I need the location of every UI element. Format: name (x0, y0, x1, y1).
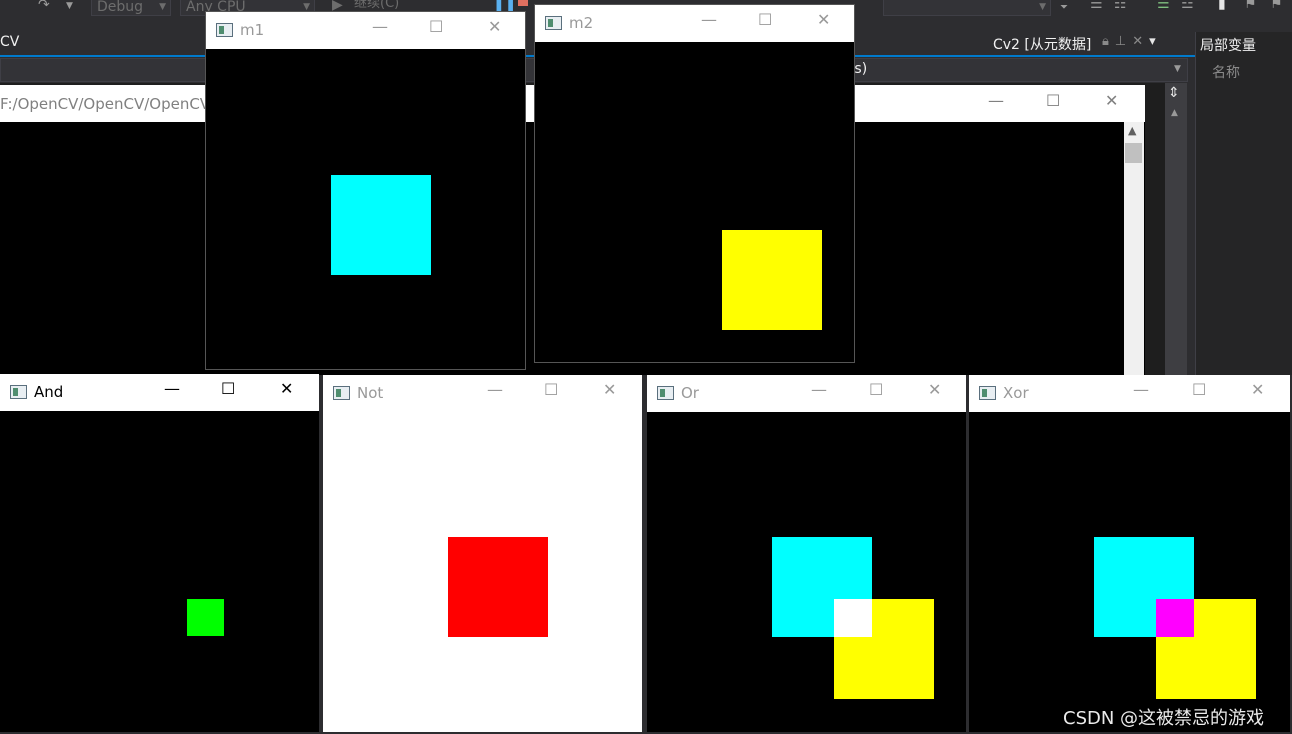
maximize-button[interactable]: ☐ (429, 17, 443, 37)
title-bar[interactable]: m1 — ☐ ✕ (206, 12, 525, 49)
minimize-button[interactable]: — (811, 380, 827, 400)
yellow-square (722, 230, 822, 330)
window-title: Xor (1003, 384, 1029, 402)
locals-panel-title[interactable]: 局部变量 (1200, 35, 1256, 55)
title-bar[interactable]: Or — ☐ ✕ (647, 375, 966, 412)
pause-icon[interactable]: ❚❚ (493, 0, 516, 11)
maximize-button[interactable]: ☐ (1192, 380, 1206, 400)
title-bar[interactable]: And — ☐ ✕ (0, 374, 319, 411)
image-canvas (323, 412, 642, 732)
window-title: m2 (569, 14, 594, 32)
close-button[interactable]: ✕ (928, 380, 941, 400)
image-canvas (969, 412, 1290, 732)
maximize-button[interactable]: ☐ (544, 380, 558, 400)
close-button[interactable]: ✕ (603, 380, 616, 400)
indent-icon[interactable]: ☷ (1114, 0, 1127, 11)
close-icon[interactable]: ✕ (1132, 34, 1149, 49)
locals-panel (1195, 32, 1292, 375)
window-title: m1 (240, 21, 265, 39)
comment-icon[interactable]: ☰ (1157, 0, 1170, 11)
tab-actions: 🔒︎⊥✕▾ (1102, 34, 1162, 49)
magenta-overlap-square (1156, 599, 1194, 637)
maximize-button[interactable]: ☐ (221, 379, 235, 399)
green-intersection-square (187, 599, 224, 636)
image-canvas (0, 411, 319, 732)
close-button[interactable]: ✕ (817, 10, 830, 30)
close-button[interactable]: ✕ (1251, 380, 1264, 400)
scroll-up-icon[interactable]: ▲ (1128, 124, 1136, 137)
bookmark-prev-icon[interactable]: ⚑ (1244, 0, 1257, 11)
uncomment-icon[interactable]: ☲ (1181, 0, 1194, 11)
app-icon (979, 386, 996, 400)
window-title: Or (681, 384, 699, 402)
close-button[interactable]: ✕ (488, 17, 501, 37)
window-not[interactable]: Not — ☐ ✕ (323, 375, 642, 732)
app-icon (333, 386, 350, 400)
window-and[interactable]: And — ☐ ✕ (0, 374, 319, 732)
app-icon (216, 23, 233, 37)
app-icon (657, 386, 674, 400)
watermark: CSDN @这被禁忌的游戏 (1063, 708, 1265, 729)
minimize-button[interactable]: — (487, 380, 503, 400)
minimize-button[interactable]: — (988, 91, 1004, 110)
image-canvas (535, 42, 854, 362)
app-icon (10, 385, 27, 399)
minimize-button[interactable]: — (164, 379, 180, 399)
window-title: And (34, 383, 64, 401)
console-scrollbar[interactable]: ▲ (1124, 122, 1144, 375)
redo-icon[interactable]: ↷ (38, 0, 50, 12)
tab-left[interactable]: CV (0, 34, 19, 50)
title-bar[interactable]: Not — ☐ ✕ (323, 375, 642, 412)
white-overlap-square (834, 599, 872, 637)
minimize-button[interactable]: — (372, 17, 388, 37)
cyan-square (331, 175, 431, 275)
image-canvas (206, 49, 525, 369)
window-m1[interactable]: m1 — ☐ ✕ (205, 11, 526, 370)
tab-document[interactable]: Cv2 [从元数据] (993, 34, 1091, 54)
chevron-down-icon: ▼ (1039, 2, 1046, 12)
editor-scrollbar[interactable]: ⇕ ▲ (1165, 83, 1187, 375)
window-title: Not (357, 384, 384, 402)
search-dropdown[interactable]: ▼ (883, 0, 1051, 16)
image-canvas (647, 412, 966, 732)
app-icon (545, 16, 562, 30)
bookmark-next-icon[interactable]: ⚑ (1270, 0, 1283, 11)
dropdown-arrow-icon[interactable]: ▼ (66, 0, 73, 13)
scroll-thumb[interactable] (1125, 143, 1142, 163)
chevron-down-icon[interactable]: ▼ (1174, 64, 1181, 74)
align-icon[interactable]: ☰ (1090, 0, 1103, 11)
console-title: F:/OpenCV/OpenCV/OpenCV (0, 95, 211, 113)
close-button[interactable]: ✕ (1105, 91, 1118, 110)
locals-column-name[interactable]: 名称 (1212, 62, 1240, 82)
window-xor[interactable]: Xor — ☐ ✕ (969, 375, 1290, 732)
chevron-down-icon[interactable]: ▾ (1149, 34, 1162, 49)
bookmark-icon[interactable]: ▮ (1218, 0, 1226, 11)
scroll-up-icon[interactable]: ▲ (1171, 108, 1178, 118)
minimize-button[interactable]: — (1133, 380, 1149, 400)
red-square (448, 537, 548, 637)
toolbar-overflow-icon[interactable]: ⏷ (1060, 1, 1068, 15)
maximize-button[interactable]: ☐ (869, 380, 883, 400)
continue-label[interactable]: 继续(C) (354, 0, 399, 11)
configuration-label: Debug (97, 0, 144, 15)
title-bar[interactable]: Xor — ☐ ✕ (969, 375, 1290, 412)
split-icon[interactable]: ⇕ (1168, 85, 1180, 101)
stop-icon[interactable] (518, 0, 528, 6)
maximize-button[interactable]: ☐ (758, 10, 772, 30)
minimize-button[interactable]: — (701, 10, 717, 30)
maximize-button[interactable]: ☐ (1046, 91, 1060, 110)
pin-icon[interactable]: ⊥ (1115, 34, 1132, 49)
title-bar[interactable]: m2 — ☐ ✕ (535, 5, 854, 42)
close-button[interactable]: ✕ (280, 379, 293, 399)
window-m2[interactable]: m2 — ☐ ✕ (534, 4, 855, 363)
window-or[interactable]: Or — ☐ ✕ (647, 375, 966, 732)
lock-icon[interactable]: 🔒︎ (1102, 34, 1115, 49)
chevron-down-icon: ▼ (159, 2, 166, 12)
configuration-dropdown[interactable]: Debug ▼ (91, 0, 171, 16)
